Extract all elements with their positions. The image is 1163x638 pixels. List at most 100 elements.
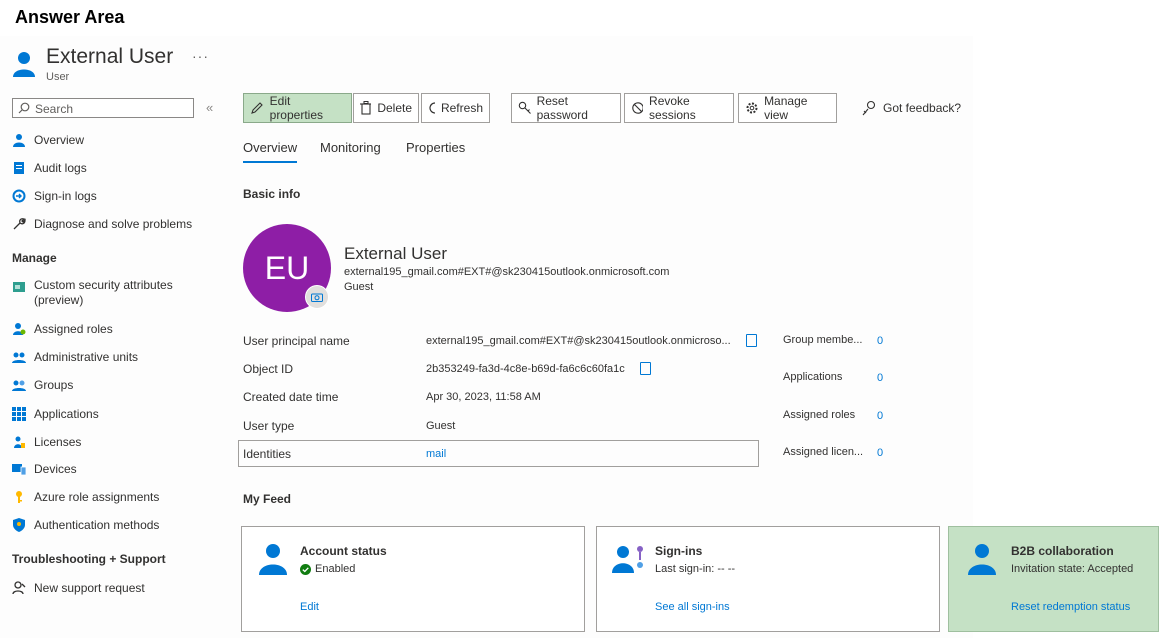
delete-label: Delete — [377, 101, 412, 115]
user-icon — [259, 544, 287, 575]
support-person-icon — [12, 581, 26, 595]
sidebar-item-custom-security-attributes[interactable]: Custom security attributes (preview) — [12, 278, 173, 308]
stat-value-roles[interactable]: 0 — [877, 410, 883, 422]
sidebar-item-label: Azure role assignments — [34, 490, 160, 504]
apps-grid-icon — [12, 407, 26, 421]
stat-value-licenses[interactable]: 0 — [877, 447, 883, 459]
sidebar-item-label: New support request — [34, 581, 145, 595]
sidebar-item-audit-logs[interactable]: Audit logs — [12, 159, 87, 177]
user-email: external195_gmail.com#EXT#@sk230415outlo… — [344, 266, 670, 278]
field-label-identities: Identities — [243, 447, 292, 461]
stat-value-applications[interactable]: 0 — [877, 372, 883, 384]
sidebar-item-label: Administrative units — [34, 350, 139, 364]
sign-in-icon — [12, 189, 26, 203]
sidebar-item-label: Diagnose and solve problems — [34, 217, 193, 231]
field-value-user-type: Guest — [426, 420, 456, 432]
sidebar-item-label: Assigned roles — [34, 322, 113, 336]
sidebar-item-applications[interactable]: Applications — [12, 405, 99, 423]
card-subtitle: Invitation state: Accepted — [1011, 563, 1134, 575]
sidebar-item-licenses[interactable]: Licenses — [12, 433, 81, 451]
change-photo-button[interactable] — [305, 285, 329, 309]
user-icon — [13, 52, 35, 77]
manage-heading: Manage — [12, 251, 57, 265]
support-heading: Troubleshooting + Support — [12, 552, 166, 566]
card-title: Sign-ins — [655, 544, 703, 558]
sidebar-item-diagnose[interactable]: Diagnose and solve problems — [12, 215, 192, 233]
tab-monitoring[interactable]: Monitoring — [320, 140, 381, 155]
shield-icon — [13, 518, 25, 532]
sidebar-item-label: Groups — [34, 378, 74, 392]
feedback-button[interactable]: Got feedback? — [862, 100, 961, 116]
stat-label-roles: Assigned roles — [783, 409, 856, 421]
stat-label-licenses: Assigned licen... — [783, 446, 864, 458]
refresh-button[interactable]: Refresh — [421, 93, 490, 123]
sidebar-item-authentication-methods[interactable]: Authentication methods — [12, 516, 159, 534]
sidebar-item-overview[interactable]: Overview — [12, 131, 84, 149]
field-label-upn: User principal name — [243, 334, 350, 348]
sign-ins-card: Sign-ins Last sign-in: -- -- See all sig… — [596, 526, 940, 632]
my-feed-heading: My Feed — [243, 492, 292, 506]
identities-link[interactable]: mail — [426, 448, 446, 460]
edit-properties-label: Edit properties — [269, 94, 324, 122]
trash-icon — [360, 101, 372, 115]
tab-overview[interactable]: Overview — [243, 140, 298, 163]
search-placeholder: Search — [35, 102, 74, 116]
more-options-button[interactable]: ··· — [192, 48, 209, 64]
sidebar-item-label: Devices — [34, 462, 77, 476]
wrench-icon — [13, 218, 26, 230]
groups-icon — [12, 380, 26, 391]
user-display-name: External User — [344, 244, 447, 263]
sign-ins-icon — [612, 546, 643, 573]
card-title: B2B collaboration — [1011, 544, 1114, 558]
sidebar-item-label: Overview — [34, 133, 85, 147]
sidebar-item-label: Audit logs — [34, 161, 87, 175]
edit-link[interactable]: Edit — [300, 601, 319, 613]
check-circle-icon — [300, 563, 311, 575]
sidebar-item-azure-role-assignments[interactable]: Azure role assignments — [12, 488, 159, 506]
sidebar-item-label: Authentication methods — [34, 518, 160, 532]
manage-view-button[interactable]: Manage view — [738, 93, 837, 123]
sidebar-item-sign-in-logs[interactable]: Sign-in logs — [12, 187, 97, 205]
sidebar-item-administrative-units[interactable]: Administrative units — [12, 348, 138, 366]
licenses-icon — [14, 436, 25, 448]
pencil-icon — [251, 102, 263, 114]
roles-icon — [13, 323, 26, 335]
refresh-label: Refresh — [440, 101, 483, 115]
field-label-object-id: Object ID — [243, 362, 294, 376]
sidebar-item-label-suffix: (preview) — [34, 293, 84, 307]
attributes-icon — [13, 282, 25, 292]
answer-area-label: Answer Area — [15, 7, 125, 27]
reset-password-button[interactable]: Reset password — [511, 93, 621, 123]
search-input[interactable]: Search — [12, 98, 194, 118]
edit-properties-button[interactable]: Edit properties — [243, 93, 352, 123]
user-icon — [968, 544, 996, 575]
copy-icon[interactable] — [746, 334, 757, 347]
delete-button[interactable]: Delete — [353, 93, 419, 123]
reset-redemption-status-link[interactable]: Reset redemption status — [1011, 601, 1130, 613]
admin-units-icon — [12, 352, 26, 363]
see-all-sign-ins-link[interactable]: See all sign-ins — [655, 601, 730, 613]
collapse-sidebar-button[interactable]: « — [206, 100, 213, 115]
camera-icon — [311, 293, 323, 302]
identities-row-highlight — [238, 440, 759, 467]
key-icon — [16, 491, 22, 503]
sidebar-item-assigned-roles[interactable]: Assigned roles — [12, 320, 113, 338]
account-status-card: Account status Enabled Edit — [241, 526, 585, 632]
page-title: External User — [46, 45, 174, 68]
field-value-created: Apr 30, 2023, 11:58 AM — [426, 391, 541, 403]
devices-icon — [12, 464, 26, 476]
sidebar-item-groups[interactable]: Groups — [12, 376, 73, 394]
tab-properties[interactable]: Properties — [406, 140, 465, 155]
card-subtitle: Enabled — [315, 563, 356, 575]
revoke-sessions-button[interactable]: Revoke sessions — [624, 93, 734, 123]
sidebar-item-devices[interactable]: Devices — [12, 460, 77, 478]
sidebar-item-new-support-request[interactable]: New support request — [12, 579, 145, 597]
stat-value-groups[interactable]: 0 — [877, 335, 883, 347]
copy-icon[interactable] — [640, 362, 651, 375]
basic-info-heading: Basic info — [243, 187, 301, 201]
sidebar-item-label: Applications — [34, 407, 99, 421]
b2b-collaboration-card: B2B collaboration Invitation state: Acce… — [948, 526, 1159, 632]
sidebar-item-label: Custom security attributes — [34, 278, 173, 292]
feedback-icon — [862, 100, 876, 116]
reset-password-label: Reset password — [536, 94, 588, 122]
